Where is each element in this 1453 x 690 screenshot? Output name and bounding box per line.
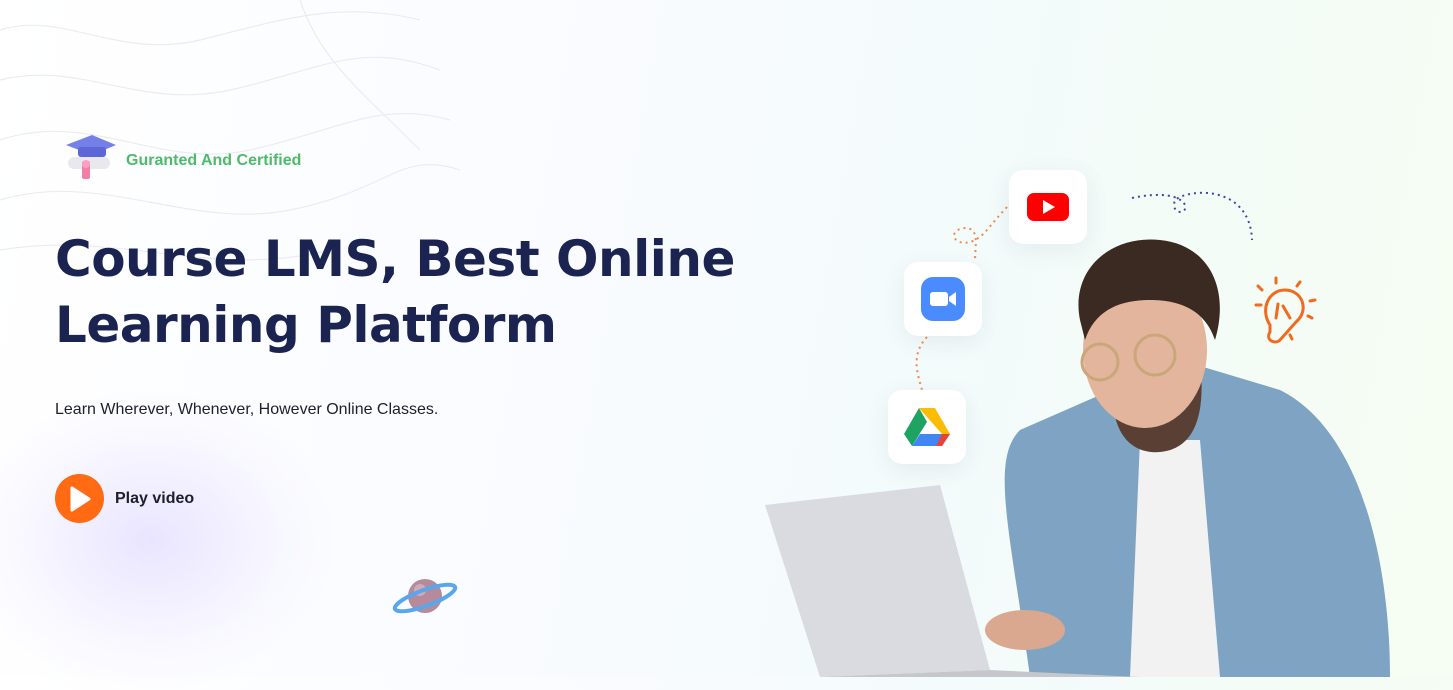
page-title: Course LMS, Best Online Learning Platfor… [55,226,735,358]
background-glow [0,390,340,690]
certified-badge: Guranted And Certified [62,133,301,189]
planet-icon [392,579,458,614]
title-line-2: Learning Platform [55,296,557,354]
youtube-icon [1027,193,1069,221]
play-video-button[interactable]: Play video [55,474,194,523]
play-icon [55,474,104,523]
graduation-cap-icon [66,135,116,179]
subtitle: Learn Wherever, Whenever, However Online… [55,401,439,418]
badge-text: Guranted And Certified [126,152,302,169]
title-line-1: Course LMS, Best Online [55,230,735,288]
student-with-laptop-image [765,239,1390,677]
play-video-label: Play video [115,489,195,507]
